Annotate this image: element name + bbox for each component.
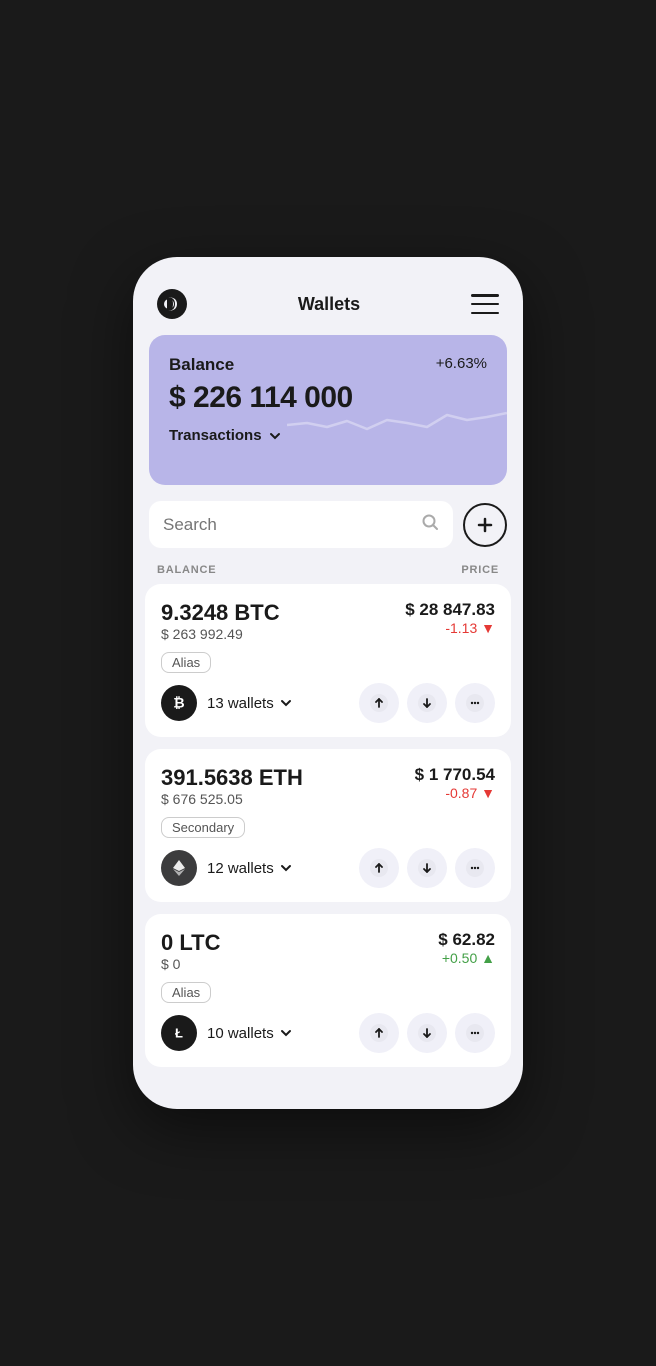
balance-change: +6.63% <box>436 355 487 372</box>
more-dots-icon <box>466 859 484 877</box>
coin-card: 391.5638 ETH $ 676 525.05 $ 1 770.54 -0.… <box>145 749 511 902</box>
coin-amount: 9.3248 BTC <box>161 600 280 626</box>
coin-bottom: 12 wallets <box>161 848 495 888</box>
logo-icon <box>157 289 187 319</box>
transactions-label: Transactions <box>169 427 262 444</box>
chevron-down-icon <box>280 697 292 709</box>
coin-logo-icon: Ł <box>161 1015 197 1051</box>
phone-container: Wallets Balance +6.63% $ 226 114 000 Tra… <box>133 257 523 1109</box>
coin-alias-badge: Alias <box>161 982 211 1003</box>
upload-icon <box>370 859 388 877</box>
balance-card: Balance +6.63% $ 226 114 000 Transaction… <box>149 335 507 485</box>
coin-usd-value: $ 263 992.49 <box>161 626 280 642</box>
coin-amount: 0 LTC <box>161 930 220 956</box>
upload-icon <box>370 1024 388 1042</box>
coin-alias-badge: Secondary <box>161 817 245 838</box>
coins-list: 9.3248 BTC $ 263 992.49 $ 28 847.83 -1.1… <box>133 584 523 1067</box>
more-button[interactable] <box>455 683 495 723</box>
coin-change: +0.50 ▲ <box>438 950 495 966</box>
price-col-header: PRICE <box>461 564 499 576</box>
coin-top: 9.3248 BTC $ 263 992.49 $ 28 847.83 -1.1… <box>161 600 495 650</box>
send-button[interactable] <box>359 848 399 888</box>
coin-price: $ 62.82 <box>438 930 495 950</box>
add-wallet-button[interactable] <box>463 503 507 547</box>
receive-button[interactable] <box>407 848 447 888</box>
coin-change: -1.13 ▼ <box>405 620 495 636</box>
coin-wallets-selector[interactable]: Ł 10 wallets <box>161 1015 292 1051</box>
coin-logo-icon: ₿ <box>161 685 197 721</box>
header-title: Wallets <box>298 294 360 315</box>
coin-usd-value: $ 0 <box>161 956 220 972</box>
svg-text:₿: ₿ <box>173 695 184 711</box>
receive-button[interactable] <box>407 683 447 723</box>
balance-label: Balance <box>169 355 234 375</box>
coin-actions <box>359 848 495 888</box>
balance-amount: $ 226 114 000 <box>169 381 487 415</box>
plus-icon <box>476 516 494 534</box>
chevron-down-icon <box>280 1027 292 1039</box>
upload-icon <box>370 694 388 712</box>
column-headers: BALANCE PRICE <box>133 560 523 584</box>
more-button[interactable] <box>455 848 495 888</box>
coin-alias-badge: Alias <box>161 652 211 673</box>
svg-text:Ł: Ł <box>175 1025 183 1040</box>
download-icon <box>418 1024 436 1042</box>
search-box[interactable] <box>149 501 453 548</box>
more-button[interactable] <box>455 1013 495 1053</box>
coin-logo-icon <box>161 850 197 886</box>
coin-top: 391.5638 ETH $ 676 525.05 $ 1 770.54 -0.… <box>161 765 495 815</box>
chevron-down-icon <box>268 429 282 443</box>
coin-card: 0 LTC $ 0 $ 62.82 +0.50 ▲ Alias Ł 10 wal… <box>145 914 511 1067</box>
chevron-down-icon <box>280 862 292 874</box>
wallets-label: 10 wallets <box>207 1025 292 1042</box>
coin-wallets-selector[interactable]: 12 wallets <box>161 850 292 886</box>
coin-usd-value: $ 676 525.05 <box>161 791 303 807</box>
wallets-label: 13 wallets <box>207 695 292 712</box>
coin-amount: 391.5638 ETH <box>161 765 303 791</box>
balance-col-header: BALANCE <box>157 564 216 576</box>
download-icon <box>418 859 436 877</box>
search-icon <box>421 513 439 536</box>
coin-bottom: ₿ 13 wallets <box>161 683 495 723</box>
coin-actions <box>359 683 495 723</box>
download-icon <box>418 694 436 712</box>
coin-card: 9.3248 BTC $ 263 992.49 $ 28 847.83 -1.1… <box>145 584 511 737</box>
menu-icon[interactable] <box>471 294 499 314</box>
coin-change: -0.87 ▼ <box>415 785 495 801</box>
more-dots-icon <box>466 694 484 712</box>
search-row <box>133 501 523 560</box>
coin-price: $ 28 847.83 <box>405 600 495 620</box>
transactions-button[interactable]: Transactions <box>169 427 282 444</box>
send-button[interactable] <box>359 683 399 723</box>
send-button[interactable] <box>359 1013 399 1053</box>
coin-actions <box>359 1013 495 1053</box>
coin-bottom: Ł 10 wallets <box>161 1013 495 1053</box>
coin-price: $ 1 770.54 <box>415 765 495 785</box>
receive-button[interactable] <box>407 1013 447 1053</box>
header: Wallets <box>133 277 523 327</box>
coin-wallets-selector[interactable]: ₿ 13 wallets <box>161 685 292 721</box>
coin-top: 0 LTC $ 0 $ 62.82 +0.50 ▲ <box>161 930 495 980</box>
wallets-label: 12 wallets <box>207 860 292 877</box>
balance-top: Balance +6.63% <box>169 355 487 375</box>
more-dots-icon <box>466 1024 484 1042</box>
search-input[interactable] <box>163 515 411 535</box>
